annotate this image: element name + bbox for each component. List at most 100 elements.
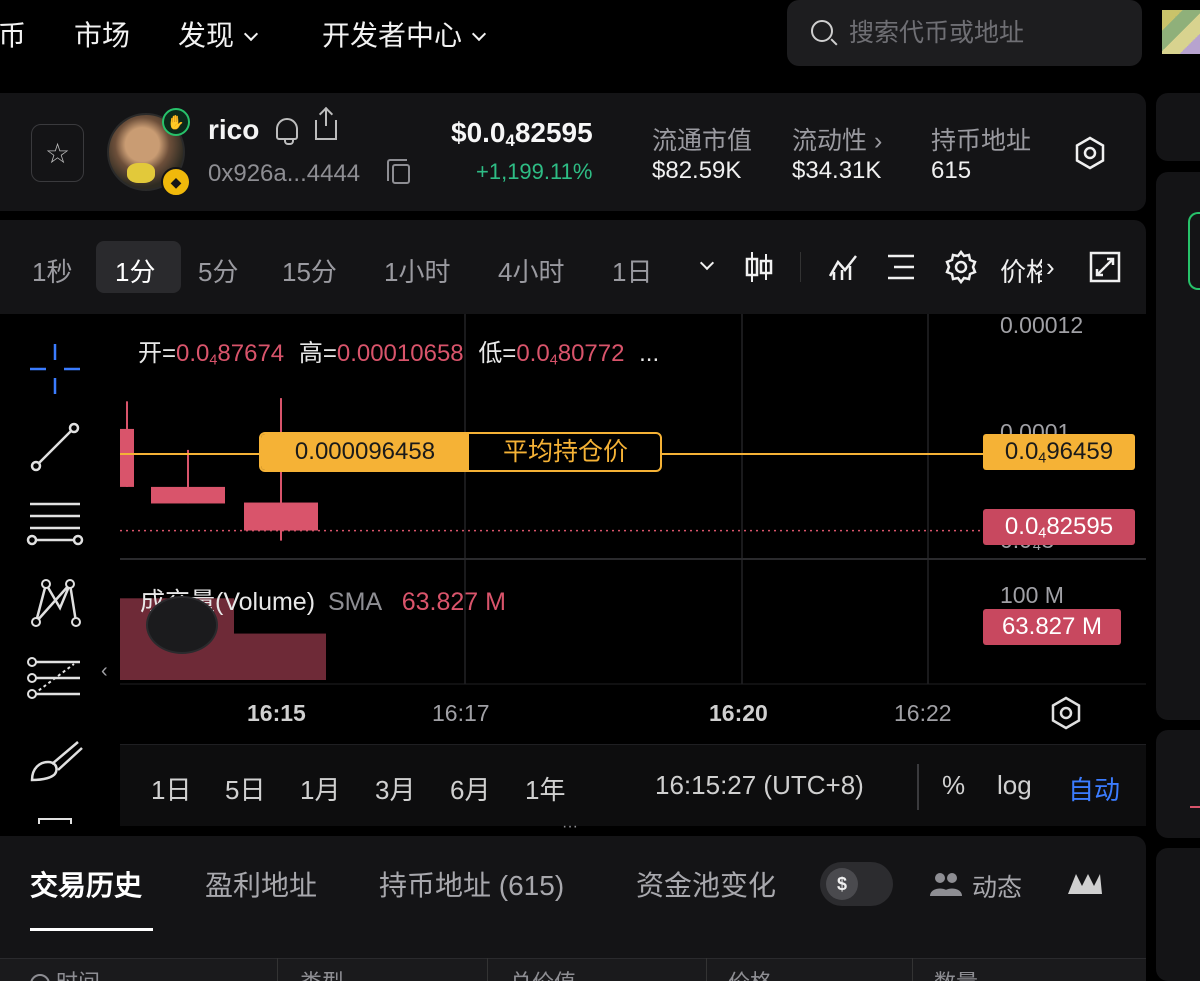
chevron-right-icon[interactable]: › [1046, 252, 1055, 283]
range-bar [120, 744, 1146, 826]
right-red-mark [1190, 806, 1200, 808]
th-amount[interactable]: 数量 [934, 965, 978, 981]
low-label: 低= [478, 340, 517, 367]
search-input[interactable] [849, 14, 1119, 52]
timeframe-1h[interactable]: 1小时 [384, 252, 450, 289]
chart-settings-hex-icon[interactable] [1049, 696, 1083, 730]
price-chart[interactable] [0, 314, 1146, 744]
range-1m[interactable]: 1月 [300, 770, 340, 807]
y-axis-label-top: 0.00012 [1000, 312, 1084, 338]
timeframe-1m[interactable]: 1分 [115, 252, 155, 289]
indicator-icon[interactable] [828, 250, 860, 282]
token-price: $0.0482595 [451, 117, 593, 151]
price-subscript: 4 [505, 131, 515, 151]
nav-market[interactable]: 市场 [74, 14, 130, 54]
trend-line-icon[interactable] [30, 422, 80, 472]
pattern-icon[interactable] [30, 578, 82, 628]
crosshair-icon[interactable] [30, 344, 80, 394]
horizontal-lines-icon[interactable] [26, 500, 84, 550]
timeframe-15m[interactable]: 15分 [282, 252, 337, 289]
last-tag-prefix: 0.0 [1004, 513, 1039, 540]
chevron-right-icon: › [873, 127, 883, 155]
open-label: 开= [138, 340, 177, 367]
stat-value-liquidity: $34.31K [792, 157, 882, 184]
open-value: 0.0487674 [176, 340, 284, 369]
timeframe-4h[interactable]: 4小时 [498, 252, 564, 289]
gear-icon[interactable] [943, 249, 979, 285]
layout-list-icon[interactable] [886, 252, 918, 282]
y-axis-label-mid: 0.0001 [1000, 419, 1071, 435]
log-scale-button[interactable]: log [997, 770, 1032, 801]
avg-price-label: 0.000096458 平均持仓价 [259, 432, 662, 472]
nav-developer[interactable]: 开发者中心 [322, 14, 487, 54]
ohlc-legend: 开=0.0487674 高=0.00010658 低=0.0480772 ... [138, 333, 659, 369]
chart-clock[interactable]: 16:15:27 (UTC+8) [655, 770, 864, 801]
bell-icon[interactable] [276, 118, 298, 145]
high-value: 0.00010658 [336, 340, 464, 367]
chevron-down-icon [243, 26, 259, 42]
th-price[interactable]: 价格 [728, 965, 772, 981]
auto-scale-button[interactable]: 自动 [1068, 770, 1120, 807]
user-avatar[interactable] [1162, 10, 1200, 54]
range-5d[interactable]: 5日 [225, 770, 265, 807]
right-green-button[interactable] [1188, 212, 1200, 290]
token-name: rico [208, 114, 260, 145]
candle-body [151, 486, 225, 504]
collapse-toolbar-icon[interactable]: ‹ [101, 660, 108, 683]
settings-hex-icon[interactable] [1073, 136, 1107, 170]
tradingview-logo-icon [146, 596, 218, 654]
avg-price-tag: 0.0496459 [983, 434, 1135, 470]
range-3m[interactable]: 3月 [375, 770, 415, 807]
favorite-star-button[interactable]: ☆ [31, 124, 84, 182]
last-tag-rest: 82595 [1046, 513, 1114, 540]
dollar-icon: $ [826, 868, 858, 900]
candle-type-icon[interactable] [744, 250, 774, 284]
percent-scale-button[interactable]: % [942, 770, 965, 801]
fullscreen-icon[interactable] [1089, 251, 1121, 283]
tab-profit-addresses[interactable]: 盈利地址 [205, 864, 317, 904]
brush-icon[interactable] [28, 738, 86, 784]
th-type[interactable]: 类型 [300, 965, 344, 981]
resize-handle-icon[interactable]: ··· [562, 819, 578, 835]
search-icon [811, 20, 833, 42]
chevron-down-icon [471, 26, 487, 42]
copy-icon[interactable] [387, 159, 410, 184]
share-icon[interactable] [315, 110, 337, 140]
range-1d[interactable]: 1日 [151, 770, 191, 807]
token-address: 0x926a...4444 [208, 160, 361, 187]
more-tools-icon[interactable] [38, 818, 72, 824]
whale-icon[interactable] [1066, 872, 1104, 896]
timeframe-1s[interactable]: 1秒 [32, 252, 72, 289]
tab-trade-history[interactable]: 交易历史 [30, 864, 142, 904]
nav-discover[interactable]: 发现 [178, 14, 259, 54]
price-change: +1,199.11% [476, 159, 593, 184]
ohlc-more[interactable]: ... [639, 340, 659, 367]
range-divider [917, 764, 919, 810]
timeframe-5m[interactable]: 5分 [198, 252, 238, 289]
fib-icon[interactable] [26, 656, 84, 706]
x-tick-1617: 16:17 [432, 700, 490, 726]
search-box[interactable] [787, 0, 1142, 66]
tab-pool-changes[interactable]: 资金池变化 [636, 864, 776, 904]
tab-activity[interactable]: 动态 [972, 868, 1022, 904]
th-time-label: 时间 [56, 970, 100, 981]
nav-developer-label: 开发者中心 [322, 20, 463, 51]
clock-icon [30, 974, 50, 981]
nav-coin[interactable]: 币 [0, 14, 26, 54]
low-value: 0.0480772 [516, 340, 624, 369]
x-tick-1622: 16:22 [894, 700, 952, 726]
price-type-label[interactable]: 价格 [1000, 252, 1042, 289]
range-6m[interactable]: 6月 [450, 770, 490, 807]
stat-value-holders: 615 [931, 157, 972, 184]
candle-body [120, 428, 134, 487]
th-time[interactable]: 时间 [30, 965, 100, 981]
avg-price-value: 0.000096458 [261, 434, 469, 470]
chart-area[interactable] [0, 314, 1146, 744]
timeframe-1d[interactable]: 1日 [612, 252, 652, 289]
range-1y[interactable]: 1年 [525, 770, 565, 807]
th-total[interactable]: 总价值 [510, 965, 576, 981]
stat-label-liquidity[interactable]: 流动性 › [792, 121, 882, 157]
tab-holders[interactable]: 持币地址 (615) [379, 864, 564, 904]
drawing-toolbar: ‹ [0, 314, 120, 824]
price-prefix: $0.0 [451, 117, 506, 148]
